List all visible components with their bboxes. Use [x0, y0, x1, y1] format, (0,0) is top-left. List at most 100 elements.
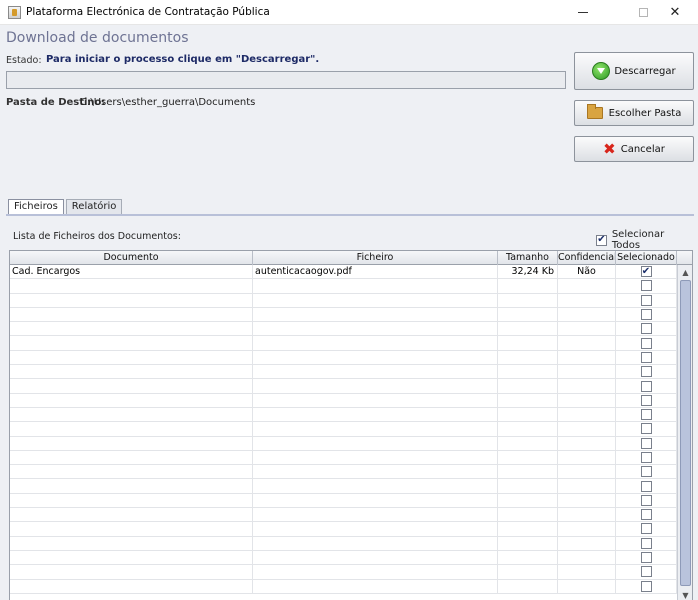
table-row[interactable]: [10, 436, 677, 451]
row-select-checkbox[interactable]: [640, 323, 652, 335]
table-cell-tamanho: [498, 522, 558, 536]
table-cell-confidencial: [558, 293, 616, 307]
cancel-button-label: Cancelar: [620, 143, 665, 155]
table-cell-tamanho: [498, 422, 558, 436]
row-select-checkbox[interactable]: [640, 294, 652, 306]
table-row[interactable]: [10, 450, 677, 466]
progress-bar: [6, 71, 566, 89]
table-row[interactable]: Cad. Encargos autenticacaogov.pdf 32,24 Kb…: [10, 265, 677, 280]
table-cell-tamanho: [498, 479, 558, 493]
table-cell-documento: [10, 350, 253, 365]
table-row[interactable]: [10, 365, 677, 380]
table-row[interactable]: [10, 536, 677, 551]
table-row[interactable]: [10, 350, 677, 366]
table-cell-ficheiro: [253, 379, 498, 393]
table-row[interactable]: [10, 293, 677, 308]
app-icon: [8, 6, 21, 19]
table-cell-ficheiro: [253, 565, 498, 579]
close-button[interactable]: ✕: [652, 0, 698, 25]
download-arrow-icon: [592, 62, 611, 80]
row-select-checkbox[interactable]: [640, 552, 652, 564]
row-select-checkbox[interactable]: [640, 466, 652, 478]
table-cell-selecionado: [616, 422, 677, 436]
row-select-checkbox[interactable]: [640, 309, 652, 321]
table-cell-tamanho: [498, 508, 558, 522]
column-confidencial[interactable]: Confidencial: [558, 251, 616, 265]
window-title: Plataforma Electrónica de Contratação Pú…: [26, 6, 270, 18]
table-row[interactable]: [10, 407, 677, 423]
table-cell-ficheiro: [253, 279, 498, 293]
row-select-checkbox[interactable]: [640, 494, 652, 506]
table-cell-selecionado: [616, 579, 677, 593]
page-title: Download de documentos: [6, 30, 189, 46]
scroll-down-icon[interactable]: ▼: [678, 588, 692, 600]
table-cell-documento: [10, 508, 253, 522]
table-row[interactable]: [10, 393, 677, 408]
table-row[interactable]: [10, 322, 677, 337]
row-select-checkbox[interactable]: [640, 380, 652, 392]
row-select-checkbox[interactable]: [640, 280, 652, 292]
column-ficheiro[interactable]: Ficheiro: [253, 251, 498, 265]
table-cell-confidencial: [558, 479, 616, 493]
table-cell-ficheiro: [253, 422, 498, 436]
table-row[interactable]: [10, 279, 677, 294]
status-label: Estado:: [6, 55, 42, 66]
row-select-checkbox[interactable]: ✔: [640, 266, 652, 278]
files-table: Documento Ficheiro Tamanho Confidencial …: [9, 250, 693, 600]
table-row[interactable]: [10, 336, 677, 351]
table-cell-ficheiro: [253, 322, 498, 336]
table-row[interactable]: [10, 307, 677, 323]
row-select-checkbox[interactable]: [640, 366, 652, 378]
column-tamanho[interactable]: Tamanho: [498, 251, 558, 265]
table-cell-documento: [10, 550, 253, 565]
select-all-checkbox[interactable]: ✔ Selecionar Todos: [596, 229, 694, 251]
row-select-checkbox[interactable]: [640, 580, 652, 592]
cancel-button[interactable]: ✖ Cancelar: [574, 136, 694, 162]
table-row[interactable]: [10, 422, 677, 437]
column-selecionado[interactable]: Selecionado: [616, 251, 677, 265]
table-row[interactable]: [10, 579, 677, 594]
download-button[interactable]: Descarregar: [574, 52, 694, 90]
row-select-checkbox[interactable]: [640, 409, 652, 421]
table-row[interactable]: [10, 493, 677, 509]
table-row[interactable]: [10, 479, 677, 494]
table-cell-documento: [10, 422, 253, 436]
table-cell-selecionado: [616, 322, 677, 336]
table-cell-tamanho: [498, 393, 558, 407]
table-row[interactable]: [10, 522, 677, 537]
row-select-checkbox[interactable]: [640, 480, 652, 492]
table-row[interactable]: [10, 379, 677, 394]
table-cell-confidencial: [558, 322, 616, 336]
minimize-button[interactable]: [560, 0, 606, 25]
row-select-checkbox[interactable]: [640, 437, 652, 449]
table-cell-confidencial: [558, 279, 616, 293]
title-bar: Plataforma Electrónica de Contratação Pú…: [0, 0, 698, 25]
table-cell-tamanho: [498, 336, 558, 350]
row-select-checkbox[interactable]: [640, 423, 652, 435]
scroll-thumb[interactable]: [680, 280, 691, 586]
choose-folder-button[interactable]: Escolher Pasta: [574, 100, 694, 126]
table-cell-selecionado: [616, 493, 677, 508]
column-documento[interactable]: Documento: [10, 251, 253, 265]
row-select-checkbox[interactable]: [640, 523, 652, 535]
row-select-checkbox[interactable]: [640, 566, 652, 578]
table-row[interactable]: [10, 565, 677, 580]
scroll-up-icon[interactable]: ▲: [678, 265, 692, 279]
table-row[interactable]: [10, 508, 677, 523]
table-row[interactable]: [10, 550, 677, 566]
table-row[interactable]: [10, 465, 677, 480]
row-select-checkbox[interactable]: [640, 351, 652, 363]
row-select-checkbox[interactable]: [640, 537, 652, 549]
row-select-checkbox[interactable]: [640, 452, 652, 463]
row-select-checkbox[interactable]: [640, 509, 652, 521]
red-x-icon: ✖: [603, 139, 616, 158]
row-select-checkbox[interactable]: [640, 394, 652, 406]
table-cell-ficheiro: [253, 493, 498, 508]
table-cell-tamanho: [498, 279, 558, 293]
vertical-scrollbar[interactable]: ▲ ▼: [677, 265, 692, 600]
table-cell-selecionado: [616, 508, 677, 522]
table-cell-selecionado: [616, 565, 677, 579]
table-cell-selecionado: [616, 550, 677, 565]
tab-relatorio[interactable]: Relatório: [65, 199, 123, 215]
row-select-checkbox[interactable]: [640, 337, 652, 349]
